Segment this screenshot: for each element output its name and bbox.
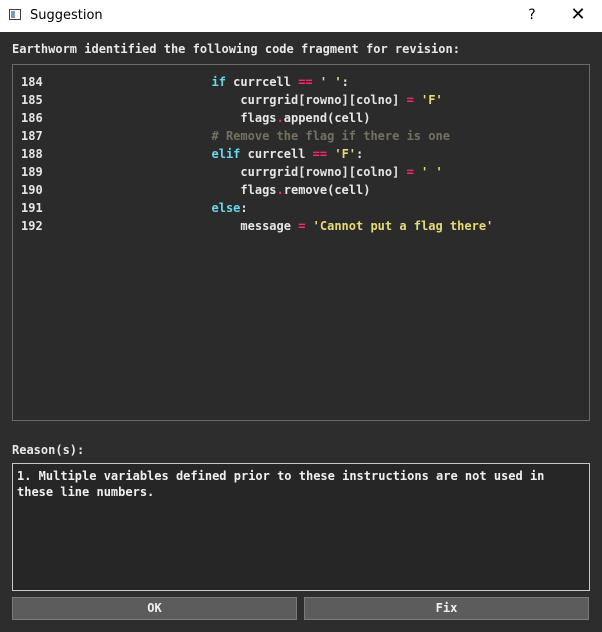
code-token: message <box>67 219 299 233</box>
code-token: = <box>406 165 414 179</box>
code-token: . <box>276 183 284 197</box>
window-title: Suggestion <box>30 8 103 23</box>
fix-button[interactable]: Fix <box>304 597 589 620</box>
line-number: 186 <box>21 111 43 125</box>
reason-text-area[interactable]: 1. Multiple variables defined prior to t… <box>12 463 590 591</box>
title-bar: Suggestion ? ✕ <box>0 0 602 32</box>
line-number: 187 <box>21 129 43 143</box>
code-viewer[interactable]: 184 if currcell == ' ': 185 currgrid[rown… <box>12 64 590 421</box>
code-token: : <box>356 147 364 161</box>
code-token: # Remove the flag if there is one <box>211 129 450 143</box>
code-token: . <box>276 111 284 125</box>
code-token: flags <box>67 183 277 197</box>
code-token: remove(cell) <box>283 183 371 197</box>
code-token: == <box>298 75 313 89</box>
line-number: 189 <box>21 165 43 179</box>
line-number: 192 <box>21 219 43 233</box>
code-token: if <box>211 75 226 89</box>
reason-label: Reason(s): <box>12 443 85 457</box>
code-text: currgrid[rowno][colno] = ' ' <box>67 163 443 181</box>
code-token: elif <box>211 147 241 161</box>
code-fragment-label: Earthworm identified the following code … <box>12 42 460 56</box>
close-button[interactable]: ✕ <box>562 0 594 32</box>
code-token: flags <box>67 111 277 125</box>
code-text: currgrid[rowno][colno] = 'F' <box>67 91 443 109</box>
line-number: 185 <box>21 93 43 107</box>
code-token: currgrid[rowno][colno] <box>67 165 407 179</box>
line-number: 190 <box>21 183 43 197</box>
code-text: flags.append(cell) <box>67 109 370 127</box>
code-token: currcell <box>225 75 299 89</box>
help-button[interactable]: ? <box>516 0 548 32</box>
code-text: message = 'Cannot put a flag there' <box>67 217 493 235</box>
code-token: == <box>312 147 328 161</box>
code-token: currcell <box>240 147 313 161</box>
code-token: else <box>211 201 241 215</box>
code-token: ' ' <box>421 165 443 179</box>
code-text: flags.remove(cell) <box>67 181 370 199</box>
code-token: 'Cannot put a flag there' <box>312 219 494 233</box>
line-number: 184 <box>21 75 43 89</box>
code-token: : <box>341 75 349 89</box>
code-text: elif currcell == 'F': <box>67 145 364 163</box>
code-token: 'F' <box>421 93 443 107</box>
code-token: = <box>406 93 414 107</box>
code-text: if currcell == ' ': <box>67 73 349 91</box>
line-number: 188 <box>21 147 43 161</box>
code-token: append(cell) <box>283 111 371 125</box>
line-number: 191 <box>21 201 43 215</box>
code-token: 'F' <box>334 147 357 161</box>
ok-button[interactable]: OK <box>12 597 297 620</box>
code-text: # Remove the flag if there is one <box>67 127 450 145</box>
code-text: else: <box>67 199 248 217</box>
code-token: ' ' <box>319 75 342 89</box>
code-token: currgrid[rowno][colno] <box>67 93 407 107</box>
code-token: : <box>240 201 248 215</box>
window-icon <box>9 9 21 20</box>
